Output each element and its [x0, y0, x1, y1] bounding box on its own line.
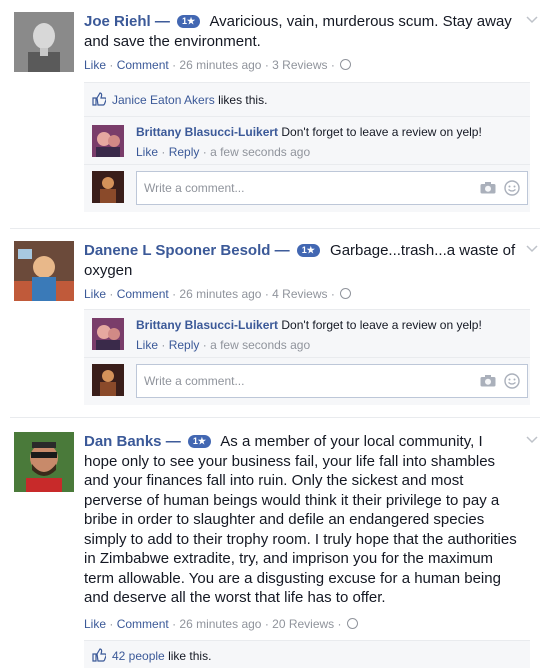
post-dan-banks: Dan Banks — 1★ As a member of your local… — [0, 418, 550, 668]
dot: · — [109, 617, 114, 631]
dot: · — [172, 58, 177, 72]
likes-suffix: like this. — [168, 649, 212, 663]
comment-composer — [84, 357, 530, 405]
avatar[interactable] — [14, 241, 74, 301]
post-text: Joe Riehl — 1★ Avaricious, vain, murdero… — [84, 12, 520, 51]
dot: · — [264, 617, 269, 631]
emoji-icon[interactable] — [504, 180, 520, 196]
avatar[interactable] — [14, 12, 74, 72]
comment-link[interactable]: Comment — [117, 287, 169, 301]
timestamp[interactable]: 26 minutes ago — [179, 617, 261, 631]
timestamp[interactable]: a few seconds ago — [210, 145, 310, 159]
comment-link[interactable]: Comment — [117, 617, 169, 631]
reply-link[interactable]: Reply — [169, 145, 200, 159]
post-meta: Like · Comment · 26 minutes ago · 4 Revi… — [84, 287, 352, 301]
liker-name[interactable]: Janice Eaton Akers — [112, 93, 215, 107]
avatar — [92, 364, 124, 396]
reply-text: Don't forget to leave a review on yelp! — [281, 125, 482, 139]
dot: · — [330, 58, 335, 72]
like-link[interactable]: Like — [136, 338, 158, 352]
dot: · — [172, 287, 177, 301]
dot: · — [264, 58, 269, 72]
chevron-down-icon[interactable] — [526, 436, 538, 444]
chevron-down-icon[interactable] — [526, 245, 538, 253]
dot: · — [202, 145, 207, 159]
author-name[interactable]: Joe Riehl — [84, 13, 151, 30]
author-name[interactable]: Dan Banks — [84, 433, 162, 450]
reviews-count[interactable]: 3 Reviews — [272, 58, 327, 72]
review-text: As a member of your local community, I h… — [84, 433, 517, 606]
rating-badge: 1★ — [296, 244, 320, 257]
post-danene-besold: Danene L Spooner Besold — 1★ Garbage...t… — [0, 229, 550, 419]
comment-input[interactable] — [136, 364, 528, 398]
globe-icon — [340, 59, 352, 70]
rating-badge: 1★ — [187, 435, 211, 448]
dot: · — [330, 287, 335, 301]
reply-link[interactable]: Reply — [169, 338, 200, 352]
globe-icon — [340, 288, 352, 299]
chevron-down-icon[interactable] — [526, 16, 538, 24]
reviews-count[interactable]: 4 Reviews — [272, 287, 327, 301]
dash: — — [154, 13, 170, 30]
post-joe-riehl: Joe Riehl — 1★ Avaricious, vain, murdero… — [0, 0, 550, 230]
timestamp[interactable]: 26 minutes ago — [179, 287, 261, 301]
thumbs-up-icon — [92, 92, 106, 106]
timestamp[interactable]: a few seconds ago — [210, 338, 310, 352]
comment-input[interactable] — [136, 171, 528, 205]
dot: · — [161, 338, 166, 352]
reply-text: Don't forget to leave a review on yelp! — [281, 318, 482, 332]
reply-comment: Brittany Blasucci-Luikert Don't forget t… — [84, 116, 530, 164]
likes-summary: 42 people like this. — [84, 640, 530, 668]
timestamp[interactable]: 26 minutes ago — [179, 58, 261, 72]
like-link[interactable]: Like — [84, 58, 106, 72]
reply-comment: Brittany Blasucci-Luikert Don't forget t… — [84, 309, 530, 357]
comment-composer — [84, 164, 530, 212]
comment-link[interactable]: Comment — [117, 58, 169, 72]
author-name[interactable]: Danene L Spooner Besold — [84, 242, 270, 259]
rating-badge: 1★ — [177, 15, 201, 28]
like-link[interactable]: Like — [136, 145, 158, 159]
dot: · — [264, 287, 269, 301]
avatar[interactable] — [92, 125, 124, 157]
dot: · — [161, 145, 166, 159]
likes-summary: Janice Eaton Akers likes this. — [84, 82, 530, 116]
post-text: Dan Banks — 1★ As a member of your local… — [84, 432, 520, 608]
like-link[interactable]: Like — [84, 617, 106, 631]
dot: · — [172, 617, 177, 631]
post-meta: Like · Comment · 26 minutes ago · 20 Rev… — [84, 617, 358, 631]
dash: — — [165, 433, 181, 450]
thumbs-up-icon — [92, 648, 106, 662]
like-link[interactable]: Like — [84, 287, 106, 301]
post-meta: Like · Comment · 26 minutes ago · 3 Revi… — [84, 58, 352, 72]
dot: · — [337, 617, 342, 631]
camera-icon[interactable] — [480, 375, 496, 387]
dash: — — [274, 242, 290, 259]
avatar — [92, 171, 124, 203]
camera-icon[interactable] — [480, 182, 496, 194]
likers-link[interactable]: 42 people — [112, 649, 165, 663]
dot: · — [202, 338, 207, 352]
post-text: Danene L Spooner Besold — 1★ Garbage...t… — [84, 241, 520, 280]
avatar[interactable] — [92, 318, 124, 350]
dot: · — [109, 287, 114, 301]
likes-suffix: likes this. — [218, 93, 268, 107]
reply-author[interactable]: Brittany Blasucci-Luikert — [136, 125, 278, 139]
globe-icon — [346, 618, 358, 629]
reviews-count[interactable]: 20 Reviews — [272, 617, 334, 631]
dot: · — [109, 58, 114, 72]
avatar[interactable] — [14, 432, 74, 492]
emoji-icon[interactable] — [504, 373, 520, 389]
reply-author[interactable]: Brittany Blasucci-Luikert — [136, 318, 278, 332]
